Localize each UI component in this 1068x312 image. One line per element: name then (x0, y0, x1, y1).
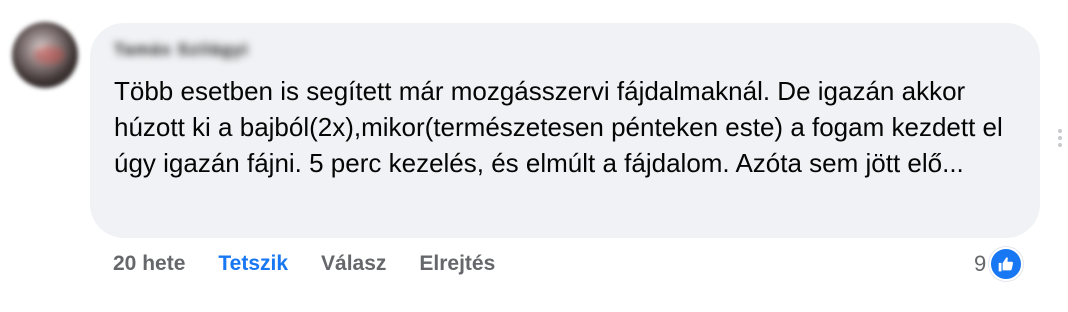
comment-avatar[interactable] (12, 22, 78, 88)
comment-actions: 20 hete Tetszik Válasz Elrejtés (113, 251, 528, 277)
comment-bubble: Tamás Szilágyi Több esetben is segített … (90, 23, 1040, 238)
reply-button[interactable]: Válasz (321, 252, 386, 276)
comment-author-name[interactable]: Tamás Szilágyi (114, 40, 292, 60)
reaction-count: 9 (974, 251, 987, 276)
reaction-summary[interactable]: 9 (974, 246, 1024, 282)
thumbs-up-icon (989, 247, 1024, 281)
comment-text: Több esetben is segített már mozgásszerv… (114, 76, 1003, 178)
like-button[interactable]: Tetszik (218, 252, 288, 276)
comment-timestamp[interactable]: 20 hete (113, 252, 185, 276)
hide-button[interactable]: Elrejtés (419, 252, 495, 276)
more-dot (1058, 136, 1062, 140)
more-options-button[interactable] (1058, 129, 1062, 147)
more-dot (1058, 143, 1062, 147)
more-dot (1058, 129, 1062, 133)
